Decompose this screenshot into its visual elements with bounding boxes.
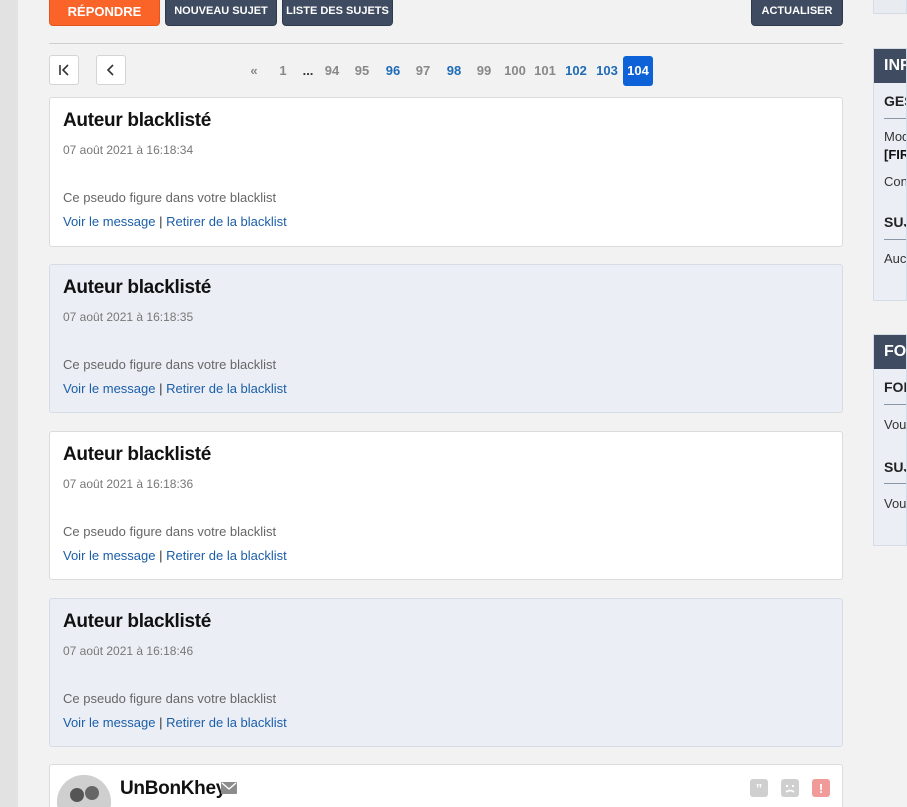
post-title: Auteur blacklisté — [63, 110, 212, 131]
post-message: Ce pseudo figure dans votre blacklist — [63, 524, 277, 539]
post-title: Auteur blacklisté — [63, 611, 212, 632]
link-separator: | — [159, 548, 163, 563]
topics-text: Vou — [884, 496, 907, 511]
topic-list-button[interactable]: LISTE DES SUJETS — [282, 0, 393, 26]
management-heading: GES — [884, 93, 906, 109]
post-date[interactable]: 07 août 2021 à 16:18:46 — [63, 644, 193, 658]
post-date[interactable]: 07 août 2021 à 16:18:36 — [63, 477, 193, 491]
blacklisted-post: Auteur blacklisté 07 août 2021 à 16:18:4… — [49, 598, 843, 747]
post-actions: Voir le message | Retirer de la blacklis… — [63, 214, 287, 229]
alert-icon[interactable]: ! — [812, 779, 830, 797]
link-separator: | — [159, 715, 163, 730]
blacklisted-post: Auteur blacklisté 07 août 2021 à 16:18:3… — [49, 431, 843, 580]
page-link-98[interactable]: 98 — [443, 56, 465, 86]
pagination-ellipsis: ... — [302, 63, 314, 78]
post-title: Auteur blacklisté — [63, 277, 212, 298]
topics-heading: SUJ — [884, 214, 906, 230]
heading-underline — [884, 118, 906, 119]
forum-card: FOR FOR Vou SUJ Vou — [873, 334, 907, 546]
sidebar-top-strip — [873, 0, 907, 14]
connected-label: Con — [884, 174, 907, 189]
heading-underline — [884, 239, 906, 240]
sad-face-glyph — [785, 785, 795, 793]
toolbar-divider — [49, 43, 843, 44]
current-page: 104 — [623, 56, 653, 86]
page-link-97[interactable]: 97 — [413, 56, 433, 86]
no-topic-text: Auc — [884, 251, 907, 266]
post-actions: Voir le message | Retirer de la blacklis… — [63, 381, 287, 396]
page-link-94[interactable]: 94 — [322, 56, 342, 86]
link-separator: | — [159, 381, 163, 396]
link-separator: | — [159, 214, 163, 229]
post-message: Ce pseudo figure dans votre blacklist — [63, 190, 277, 205]
heading-underline — [884, 483, 906, 484]
topic-toolbar: RÉPONDRE NOUVEAU SUJET LISTE DES SUJETS … — [49, 0, 843, 26]
post-date[interactable]: 07 août 2021 à 16:18:34 — [63, 143, 193, 157]
username[interactable]: UnBonKhey — [120, 778, 226, 800]
post-message: Ce pseudo figure dans votre blacklist — [63, 357, 277, 372]
post-message: Ce pseudo figure dans votre blacklist — [63, 691, 277, 706]
post-date[interactable]: 07 août 2021 à 16:18:35 — [63, 310, 193, 324]
post-actions: Voir le message | Retirer de la blacklis… — [63, 548, 287, 563]
page-link-95[interactable]: 95 — [352, 56, 372, 86]
post-actions: Voir le message | Retirer de la blacklis… — [63, 715, 287, 730]
info-card-header: INF — [874, 49, 906, 83]
first-page-button[interactable] — [49, 55, 79, 85]
view-message-link[interactable]: Voir le message — [63, 381, 156, 396]
page-link-102[interactable]: 102 — [562, 56, 590, 86]
page-link-99[interactable]: 99 — [474, 56, 494, 86]
user-post: UnBonKhey ” ! — [49, 764, 843, 807]
previous-page-button[interactable] — [96, 55, 126, 85]
pagination-first[interactable]: « — [247, 56, 261, 86]
sad-icon[interactable] — [781, 779, 799, 797]
page-link-96[interactable]: 96 — [382, 56, 404, 86]
blacklisted-post: Auteur blacklisté 07 août 2021 à 16:18:3… — [49, 264, 843, 413]
reply-button[interactable]: RÉPONDRE — [49, 0, 160, 26]
first-page-icon — [59, 64, 69, 76]
left-gutter — [0, 0, 18, 807]
chevron-left-icon — [106, 64, 114, 76]
blacklisted-post: Auteur blacklisté 07 août 2021 à 16:18:3… — [49, 97, 843, 247]
remove-blacklist-link[interactable]: Retirer de la blacklist — [166, 715, 287, 730]
heading-underline — [884, 404, 906, 405]
forums-text: Vou — [884, 417, 907, 432]
view-message-link[interactable]: Voir le message — [63, 548, 156, 563]
forums-heading: FOR — [884, 379, 906, 395]
topics-heading: SUJ — [884, 459, 906, 475]
moderators-label: Mod — [884, 129, 907, 144]
remove-blacklist-link[interactable]: Retirer de la blacklist — [166, 548, 287, 563]
moderator-name[interactable]: [FIR — [884, 147, 906, 162]
remove-blacklist-link[interactable]: Retirer de la blacklist — [166, 214, 287, 229]
page-link-1[interactable]: 1 — [276, 56, 290, 86]
remove-blacklist-link[interactable]: Retirer de la blacklist — [166, 381, 287, 396]
refresh-button[interactable]: ACTUALISER — [751, 0, 843, 26]
view-message-link[interactable]: Voir le message — [63, 214, 156, 229]
mail-icon[interactable] — [221, 782, 237, 794]
page-link-100[interactable]: 100 — [501, 56, 529, 86]
new-topic-button[interactable]: NOUVEAU SUJET — [165, 0, 277, 26]
avatar-silhouette-icon — [57, 775, 111, 807]
forum-card-header: FOR — [874, 335, 906, 369]
post-title: Auteur blacklisté — [63, 444, 212, 465]
quote-icon[interactable]: ” — [750, 779, 768, 797]
info-card: INF GES Mod [FIR Con SUJ Auc — [873, 48, 907, 301]
avatar[interactable] — [57, 775, 111, 807]
page-link-101[interactable]: 101 — [532, 56, 558, 86]
view-message-link[interactable]: Voir le message — [63, 715, 156, 730]
page-link-103[interactable]: 103 — [593, 56, 621, 86]
